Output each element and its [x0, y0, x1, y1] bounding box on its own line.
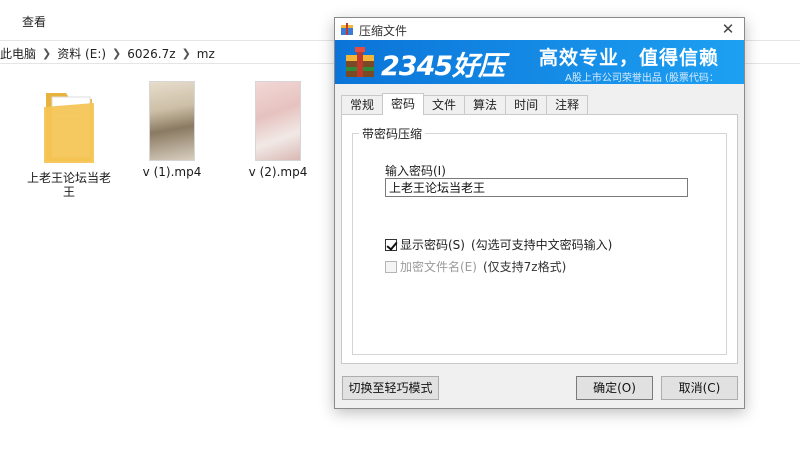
brand-banner: 2345好压 高效专业，值得信赖 A股上市公司荣誉出品 (股票代码：002195…	[335, 40, 744, 84]
encrypt-filenames-label: 加密文件名(E)	[400, 260, 477, 274]
archive-box-icon	[343, 45, 377, 79]
tab-files[interactable]: 文件	[423, 95, 466, 115]
tab-time[interactable]: 时间	[505, 95, 548, 115]
password-tab-pane: 带密码压缩 输入密码(I) 显示密码(S) (勾选可支持中文密码输入) 加密文件…	[341, 114, 738, 364]
video-name: v (1).mp4	[142, 165, 202, 179]
close-icon[interactable]: ✕	[715, 19, 741, 39]
tab-general[interactable]: 常规	[341, 95, 384, 115]
switch-light-mode-button[interactable]: 切换至轻巧模式	[342, 376, 439, 400]
folder-item[interactable]: 上老王论坛当老王	[24, 87, 114, 199]
tab-algorithm[interactable]: 算法	[464, 95, 507, 115]
breadcrumb-archive[interactable]: 6026.7z	[127, 47, 175, 61]
cancel-button[interactable]: 取消(C)	[661, 376, 738, 400]
breadcrumb: 此电脑 ❯ 资料 (E:) ❯ 6026.7z ❯ mz	[0, 45, 215, 62]
tab-password[interactable]: 密码	[382, 93, 425, 115]
compress-dialog: 压缩文件 ✕ 2345好压 高效专业，值得信赖 A股上市公司荣誉出品 (股票代码…	[334, 17, 745, 409]
banner-stock-note: A股上市公司荣誉出品 (股票代码：002195)	[565, 73, 719, 84]
tab-strip: 常规 密码 文件 算法 时间 注释	[341, 93, 589, 115]
show-password-note: (勾选可支持中文密码输入)	[470, 238, 613, 252]
checkbox-checked-icon	[385, 238, 397, 251]
checkbox-unchecked-icon	[385, 260, 397, 273]
view-menu[interactable]: 查看	[22, 13, 46, 30]
banner-slogan: 高效专业，值得信赖	[539, 47, 720, 69]
breadcrumb-drive-e[interactable]: 资料 (E:)	[57, 45, 106, 62]
app-icon	[340, 22, 354, 36]
video-thumbnail	[149, 81, 195, 161]
encrypt-filenames-checkbox: 加密文件名(E) (仅支持7z格式)	[385, 258, 566, 275]
password-input[interactable]	[385, 178, 688, 197]
show-password-label: 显示密码(S)	[400, 238, 465, 252]
folder-name: 上老王论坛当老王	[26, 171, 111, 199]
dialog-title: 压缩文件	[359, 24, 408, 38]
chevron-right-icon: ❯	[181, 47, 191, 60]
password-label: 输入密码(I)	[385, 164, 446, 178]
chevron-right-icon: ❯	[42, 47, 52, 60]
brand-logo-text: 2345好压	[381, 51, 505, 82]
ok-button[interactable]: 确定(O)	[576, 376, 653, 400]
show-password-checkbox[interactable]: 显示密码(S) (勾选可支持中文密码输入)	[385, 236, 612, 253]
breadcrumb-this-pc[interactable]: 此电脑	[0, 45, 36, 62]
dialog-titlebar[interactable]: 压缩文件 ✕	[335, 18, 744, 40]
video-item-2[interactable]: v (2).mp4	[233, 81, 323, 179]
group-title: 带密码压缩	[359, 125, 426, 142]
encrypt-filenames-note: (仅支持7z格式)	[482, 260, 567, 274]
password-group: 带密码压缩 输入密码(I) 显示密码(S) (勾选可支持中文密码输入) 加密文件…	[352, 125, 727, 355]
video-item-1[interactable]: v (1).mp4	[127, 81, 217, 179]
tab-comment[interactable]: 注释	[546, 95, 589, 115]
breadcrumb-mz[interactable]: mz	[197, 47, 215, 61]
video-name: v (2).mp4	[248, 165, 308, 179]
chevron-right-icon: ❯	[112, 47, 122, 60]
folder-icon	[38, 87, 100, 167]
video-thumbnail	[255, 81, 301, 161]
